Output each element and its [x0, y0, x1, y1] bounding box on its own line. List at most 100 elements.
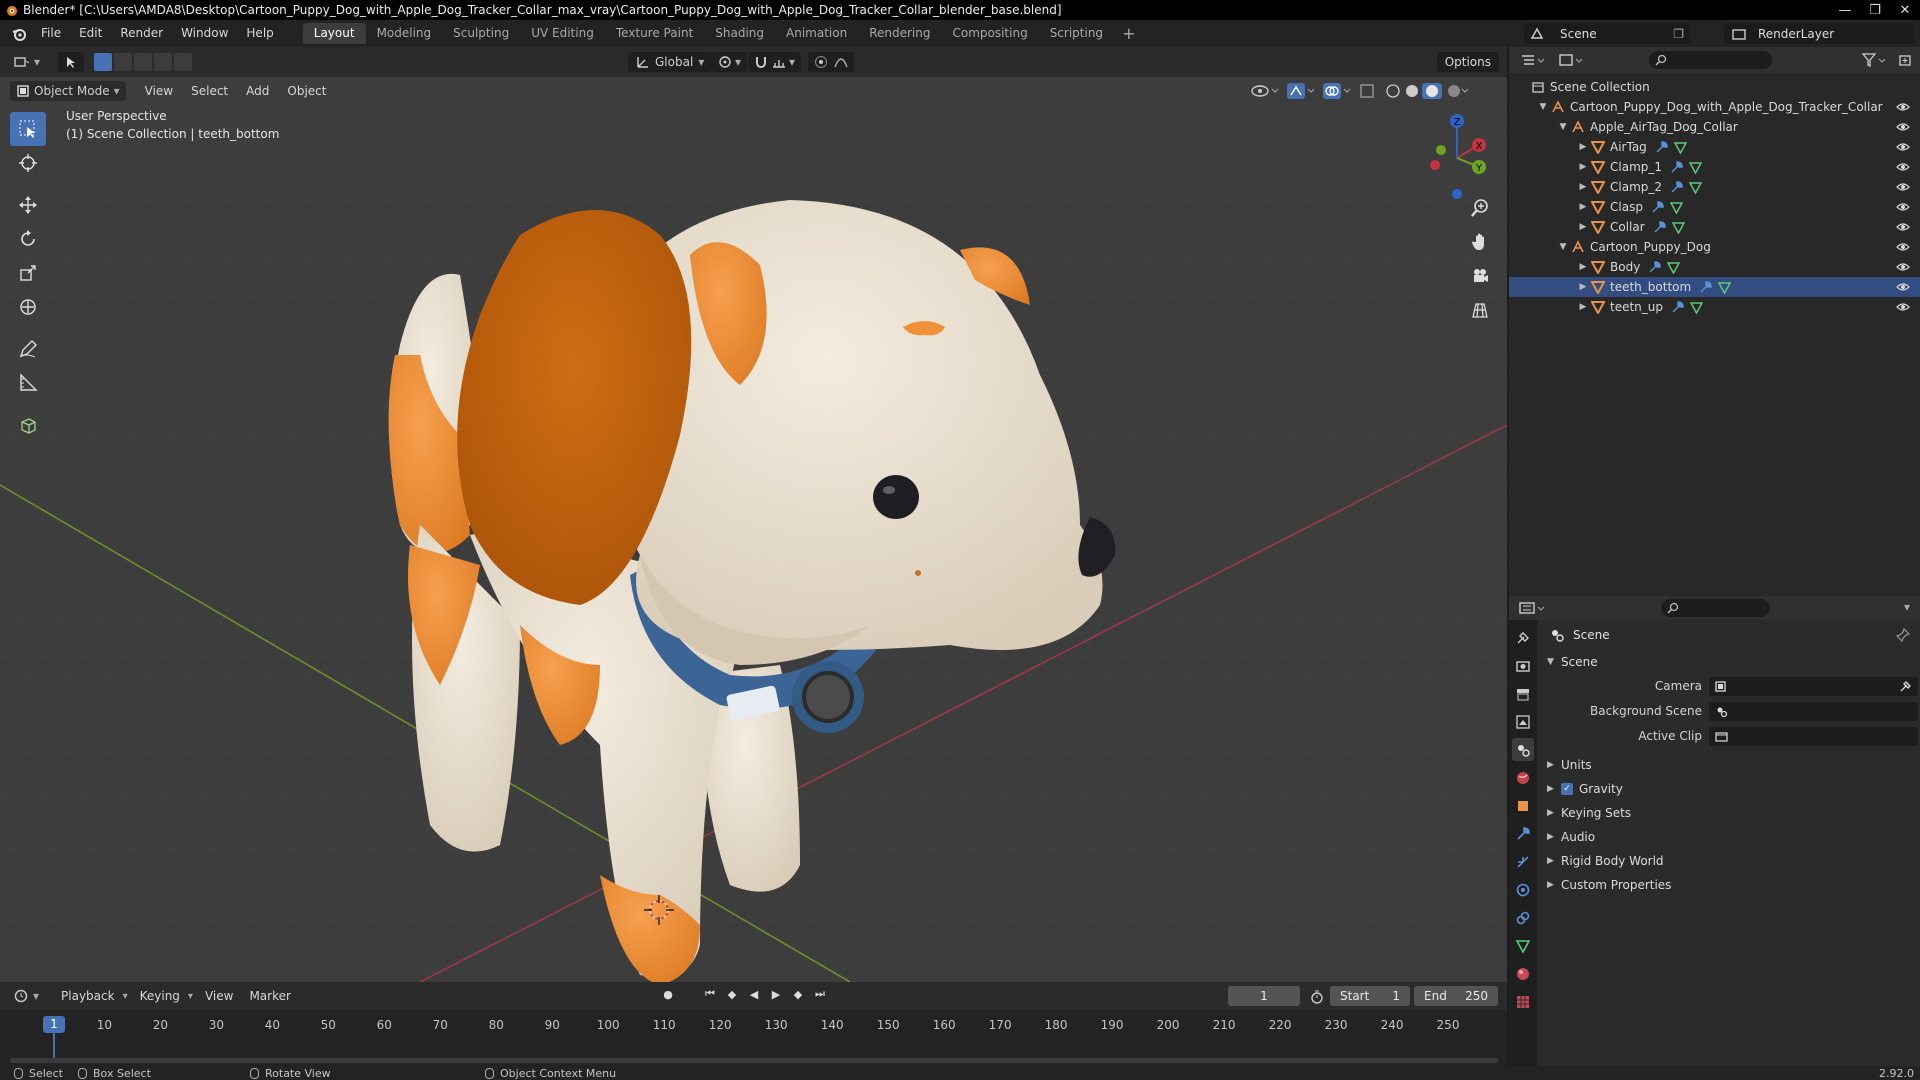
eye-icon[interactable]: [1896, 200, 1910, 214]
perspective-grid-icon[interactable]: [1466, 296, 1494, 324]
tab-scripting[interactable]: Scripting: [1039, 23, 1114, 44]
mesh-data-icon[interactable]: [1718, 281, 1732, 294]
filter-icon[interactable]: [1862, 53, 1886, 67]
minimize-button[interactable]: —: [1830, 0, 1860, 20]
panel-custom-properties[interactable]: ▶ Custom Properties: [1539, 873, 1920, 897]
viewport-menu-view[interactable]: View: [136, 84, 182, 98]
outliner-dog-group[interactable]: ▼ Cartoon_Puppy_Dog: [1509, 237, 1920, 257]
tab-data-icon[interactable]: [1512, 934, 1534, 957]
tool-annotate[interactable]: [10, 332, 46, 366]
timeline-menu-view[interactable]: View: [197, 989, 241, 1003]
play-icon[interactable]: ▶: [768, 986, 784, 1002]
select-new-icon[interactable]: [94, 53, 113, 71]
expand-arrow-icon[interactable]: ▶: [1577, 202, 1589, 212]
outliner-object-row[interactable]: ▶ Clasp: [1509, 197, 1920, 217]
prev-keyframe-icon[interactable]: ◆: [724, 986, 740, 1002]
menu-help[interactable]: Help: [237, 20, 282, 47]
mesh-data-icon[interactable]: [1690, 301, 1704, 314]
tab-scene-icon[interactable]: [1512, 738, 1534, 761]
gizmo-neg-y[interactable]: [1436, 145, 1446, 155]
scene-render[interactable]: [0, 105, 1507, 982]
outliner-object-row[interactable]: ▶ Collar: [1509, 217, 1920, 237]
properties-search-input[interactable]: [1661, 599, 1770, 617]
tab-constraints-icon[interactable]: [1512, 906, 1534, 929]
tab-texture-icon[interactable]: [1512, 990, 1534, 1013]
mesh-data-icon[interactable]: [1673, 141, 1687, 154]
eyedropper-icon[interactable]: [1899, 680, 1912, 693]
timeline-menu-playback[interactable]: Playback: [53, 989, 123, 1003]
select-intersect-icon[interactable]: [174, 53, 193, 71]
menu-window[interactable]: Window: [172, 20, 237, 47]
timeline-editor-type-button[interactable]: ▾: [8, 986, 46, 1006]
expand-arrow-icon[interactable]: ▶: [1577, 282, 1589, 292]
proportional-edit-button[interactable]: [808, 52, 854, 72]
chevron-down-icon[interactable]: ▾: [1904, 600, 1910, 614]
blender-menu-icon[interactable]: [6, 24, 32, 44]
expand-arrow-icon[interactable]: ▶: [1577, 302, 1589, 312]
select-extend-icon[interactable]: [114, 53, 133, 71]
eye-icon[interactable]: [1896, 280, 1910, 294]
mesh-data-icon[interactable]: [1689, 161, 1703, 174]
mesh-data-icon[interactable]: [1671, 221, 1685, 234]
tab-material-icon[interactable]: [1512, 962, 1534, 985]
camera-view-icon[interactable]: [1466, 262, 1494, 290]
snap-button[interactable]: ▾: [748, 52, 802, 72]
start-frame-field[interactable]: Start 1: [1330, 986, 1410, 1006]
panel-gravity[interactable]: ▶ ✓ Gravity: [1539, 777, 1920, 801]
scene-selector[interactable]: Scene ❐: [1524, 23, 1690, 44]
visibility-eye-icon[interactable]: [1250, 82, 1278, 100]
expand-arrow-icon[interactable]: ▶: [1577, 182, 1589, 192]
eye-icon[interactable]: [1896, 220, 1910, 234]
panel-audio[interactable]: ▶ Audio: [1539, 825, 1920, 849]
tab-animation[interactable]: Animation: [775, 23, 858, 44]
current-frame-field[interactable]: 1: [1228, 986, 1300, 1006]
next-keyframe-icon[interactable]: ◆: [790, 986, 806, 1002]
active-tool-button[interactable]: [58, 52, 85, 72]
tab-shading[interactable]: Shading: [704, 23, 775, 44]
zoom-icon[interactable]: [1466, 194, 1494, 222]
menu-edit[interactable]: Edit: [70, 20, 111, 47]
outliner-object-row[interactable]: ▶ Clamp_1: [1509, 157, 1920, 177]
timeline-scrollbar[interactable]: [10, 1058, 1498, 1063]
modifier-wrench-icon[interactable]: [1651, 200, 1664, 214]
tab-view-layer-icon[interactable]: [1512, 710, 1534, 733]
modifier-wrench-icon[interactable]: [1653, 220, 1666, 234]
tool-move[interactable]: [10, 188, 46, 222]
outliner-object-row[interactable]: ▶ teeth_bottom: [1509, 277, 1920, 297]
pivot-point-button[interactable]: ▾: [712, 52, 748, 72]
tool-cursor[interactable]: [10, 146, 46, 180]
playhead-frame[interactable]: 1: [43, 1016, 65, 1033]
expand-arrow-icon[interactable]: ▶: [1577, 142, 1589, 152]
pin-icon[interactable]: [1896, 628, 1910, 642]
timeline-ruler[interactable]: 1 10 20 30 40 50 60 70 80 90 100 110 120 130 140 150 16…: [0, 1010, 1507, 1066]
tab-render-icon[interactable]: [1512, 654, 1534, 677]
outliner-collection-main[interactable]: ▼ Cartoon_Puppy_Dog_with_Apple_Dog_Track…: [1509, 97, 1920, 117]
tab-object-icon[interactable]: [1512, 794, 1534, 817]
eye-icon[interactable]: [1896, 100, 1910, 114]
options-dropdown[interactable]: Options: [1436, 52, 1499, 72]
timeline-menu-keying[interactable]: Keying: [132, 989, 188, 1003]
expand-arrow-icon[interactable]: ▶: [1577, 262, 1589, 272]
viewport-menu-object[interactable]: Object: [278, 84, 335, 98]
display-mode-icon[interactable]: [1559, 53, 1583, 67]
tab-layout[interactable]: Layout: [302, 23, 366, 44]
tool-select-box[interactable]: [10, 112, 46, 146]
transform-orientation-dropdown[interactable]: Global ▾: [628, 52, 713, 72]
eye-icon[interactable]: [1896, 120, 1910, 134]
record-icon[interactable]: ●: [660, 986, 676, 1002]
jump-start-icon[interactable]: ⏮: [702, 986, 718, 1002]
maximize-button[interactable]: ❐: [1860, 0, 1890, 20]
outliner-object-row[interactable]: ▶ Body: [1509, 257, 1920, 277]
gizmo-toggle-icon[interactable]: [1286, 82, 1314, 100]
new-collection-icon[interactable]: [1898, 53, 1912, 67]
properties-editor-type-icon[interactable]: [1519, 601, 1547, 615]
menu-render[interactable]: Render: [111, 20, 172, 47]
viewport-menu-select[interactable]: Select: [182, 84, 237, 98]
end-frame-field[interactable]: End 250: [1414, 986, 1498, 1006]
menu-file[interactable]: File: [32, 20, 70, 47]
panel-scene-header[interactable]: ▼ Scene: [1539, 650, 1920, 674]
add-workspace-icon[interactable]: +: [1114, 24, 1143, 43]
tab-modifier-icon[interactable]: [1512, 822, 1534, 845]
tab-rendering[interactable]: Rendering: [858, 23, 941, 44]
gizmo-neg-x[interactable]: [1430, 160, 1440, 170]
